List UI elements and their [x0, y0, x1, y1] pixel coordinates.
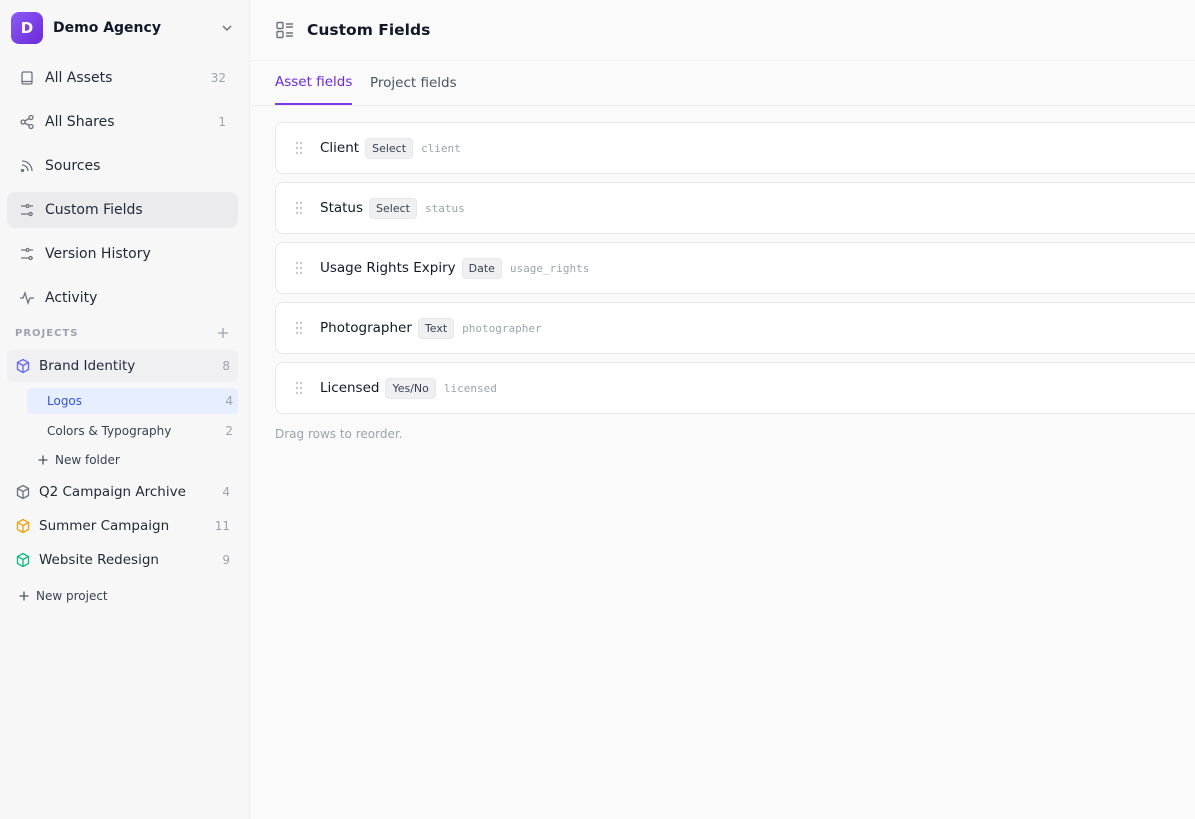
folder-colors-typography[interactable]: Colors & Typography 2 — [27, 418, 238, 444]
project-count: 8 — [222, 359, 230, 373]
project-count: 9 — [222, 553, 230, 567]
sidebar: D Demo Agency All Assets 32 All Shares 1… — [0, 0, 250, 819]
rss-icon — [20, 160, 33, 173]
nav-item-label: Custom Fields — [45, 202, 143, 218]
field-name: Status — [320, 200, 364, 216]
field-type-badge: Select — [369, 197, 417, 219]
project-count: 4 — [222, 485, 230, 499]
workspace-switcher[interactable]: D Demo Agency — [11, 12, 239, 44]
nav-item-count: 1 — [218, 115, 226, 129]
drag-handle-icon[interactable] — [294, 261, 304, 275]
field-key: photographer — [462, 321, 542, 335]
nav-item-label: All Assets — [45, 70, 113, 86]
field-row[interactable]: Client Select client — [275, 122, 1195, 174]
project-count: 11 — [214, 519, 230, 533]
cube-icon — [16, 552, 30, 568]
plus-icon[interactable] — [216, 326, 230, 340]
cube-icon — [16, 518, 30, 534]
plus-icon — [38, 455, 48, 465]
page-title: Custom Fields — [307, 21, 431, 39]
reorder-hint: Drag rows to reorder. — [275, 427, 403, 441]
project-label: Brand Identity — [39, 358, 136, 374]
sliders-icon — [21, 203, 33, 217]
main-content: Custom Fields Asset fields Project field… — [251, 0, 1195, 819]
tab-bar: Asset fields Project fields — [251, 61, 1195, 106]
new-project-label: New project — [36, 589, 108, 603]
field-name: Client — [320, 140, 360, 156]
nav-item-activity[interactable]: Activity — [7, 280, 238, 316]
folder-label: Colors & Typography — [47, 424, 172, 438]
projects-section-header: PROJECTS — [15, 325, 230, 341]
project-label: Q2 Campaign Archive — [39, 484, 186, 500]
field-type-badge: Text — [417, 317, 455, 339]
folder-count: 4 — [225, 394, 233, 408]
nav-item-label: Activity — [45, 290, 98, 306]
nav-item-label: Version History — [45, 246, 151, 262]
nav-item-all-assets[interactable]: All Assets 32 — [7, 60, 238, 96]
workspace-name: Demo Agency — [53, 20, 161, 36]
projects-section-label: PROJECTS — [15, 327, 79, 339]
tab-asset-fields[interactable]: Asset fields — [275, 61, 353, 105]
field-row[interactable]: Licensed Yes/No licensed — [275, 362, 1195, 414]
chevron-down-icon — [222, 25, 232, 32]
folder-count: 2 — [225, 424, 233, 438]
drag-handle-icon[interactable] — [294, 141, 304, 155]
field-type-badge: Select — [365, 137, 414, 159]
field-name: Usage Rights Expiry — [320, 260, 456, 276]
field-key: licensed — [443, 381, 497, 395]
drag-handle-icon[interactable] — [294, 321, 304, 335]
nav-item-label: Sources — [45, 158, 101, 174]
field-row[interactable]: Photographer Text photographer — [275, 302, 1195, 354]
project-website-redesign[interactable]: Website Redesign 9 — [7, 544, 238, 576]
new-project-button[interactable]: New project — [18, 589, 108, 603]
project-label: Website Redesign — [39, 552, 159, 568]
field-key: status — [424, 201, 465, 215]
tab-project-fields[interactable]: Project fields — [370, 61, 457, 105]
project-summer-campaign[interactable]: Summer Campaign 11 — [7, 510, 238, 542]
nav-item-sources[interactable]: Sources — [7, 148, 238, 184]
nav-item-all-shares[interactable]: All Shares 1 — [7, 104, 238, 140]
field-name: Licensed — [320, 380, 380, 396]
new-folder-button[interactable]: New folder — [37, 453, 120, 467]
share-icon — [20, 114, 34, 130]
folder-logos[interactable]: Logos 4 — [27, 388, 238, 414]
nav-item-label: All Shares — [45, 114, 115, 130]
page-header: Custom Fields — [251, 0, 1195, 61]
folder-label: Logos — [47, 394, 83, 408]
project-q2-campaign-archive[interactable]: Q2 Campaign Archive 4 — [7, 476, 238, 508]
list-layout-icon — [276, 21, 293, 39]
activity-icon — [20, 291, 34, 305]
field-key: client — [421, 141, 461, 155]
workspace-avatar: D — [11, 12, 43, 44]
project-label: Summer Campaign — [39, 518, 170, 534]
new-folder-label: New folder — [55, 453, 120, 467]
nav-item-count: 32 — [210, 71, 226, 85]
field-key: usage_rights — [509, 261, 590, 275]
field-type-badge: Date — [461, 257, 502, 279]
plus-icon — [19, 591, 29, 601]
nav-item-custom-fields[interactable]: Custom Fields — [7, 192, 238, 228]
field-type-badge: Yes/No — [385, 377, 436, 399]
cube-icon — [16, 358, 30, 374]
drag-handle-icon[interactable] — [294, 381, 304, 395]
book-icon — [21, 71, 33, 85]
nav-item-version-history[interactable]: Version History — [7, 236, 238, 272]
cube-icon — [16, 484, 30, 500]
history-icon — [21, 247, 33, 261]
project-brand-identity[interactable]: Brand Identity 8 — [7, 350, 238, 382]
drag-handle-icon[interactable] — [294, 201, 304, 215]
field-row[interactable]: Usage Rights Expiry Date usage_rights — [275, 242, 1195, 294]
field-row[interactable]: Status Select status — [275, 182, 1195, 234]
field-name: Photographer — [320, 320, 412, 336]
